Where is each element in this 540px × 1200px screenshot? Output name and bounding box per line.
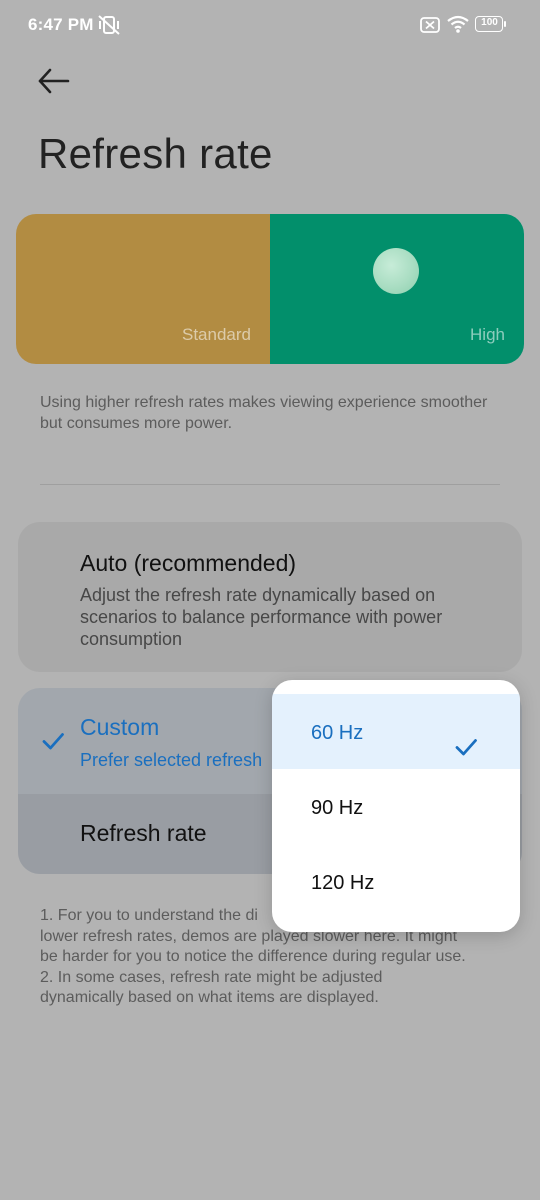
vibrate-off-icon xyxy=(98,15,120,35)
refresh-rate-preview: Standard High xyxy=(16,214,524,364)
status-time: 6:47 PM xyxy=(28,15,94,34)
dropdown-option-label: 120 Hz xyxy=(311,872,375,894)
preview-standard-label: Standard xyxy=(182,325,251,344)
wifi-icon xyxy=(447,15,469,33)
description-text: Using higher refresh rates makes viewing… xyxy=(40,394,488,432)
dropdown-option-90hz[interactable]: 90 Hz xyxy=(272,769,520,844)
preview-high-label: High xyxy=(470,325,505,344)
sim-off-icon xyxy=(420,17,440,33)
auto-option-title: Auto (recommended) xyxy=(80,550,297,576)
dropdown-option-60hz[interactable]: 60 Hz xyxy=(272,694,520,769)
refresh-rate-dropdown: 60 Hz 90 Hz 120 Hz xyxy=(272,680,520,932)
page-title: Refresh rate xyxy=(38,130,273,177)
custom-option-title: Custom xyxy=(80,714,160,740)
auto-option-subtitle: Adjust the refresh rate dynamically base… xyxy=(80,585,443,649)
note-line: dynamically based on what items are disp… xyxy=(40,989,379,1006)
preview-ball xyxy=(373,248,419,294)
preview-high-panel: High xyxy=(270,214,524,364)
back-button[interactable] xyxy=(30,60,78,104)
dropdown-option-120hz[interactable]: 120 Hz xyxy=(272,844,520,919)
note-line: 2. In some cases, refresh rate might be … xyxy=(40,968,383,986)
preview-standard-panel: Standard xyxy=(16,214,270,364)
divider xyxy=(40,484,500,485)
custom-option-subtitle: Prefer selected refresh xyxy=(80,750,263,770)
note-line: be harder for you to notice the differen… xyxy=(40,948,466,965)
auto-option-card[interactable]: Auto (recommended) Adjust the refresh ra… xyxy=(18,522,522,672)
battery-icon: 100 xyxy=(475,16,506,32)
dropdown-option-label: 60 Hz xyxy=(311,722,364,744)
status-bar: 6:47 PM 100 xyxy=(0,0,540,52)
checkmark-icon xyxy=(455,739,477,756)
checkmark-icon xyxy=(42,733,64,750)
battery-level: 100 xyxy=(481,17,498,28)
dropdown-option-label: 90 Hz xyxy=(311,797,364,819)
arrow-left-icon xyxy=(38,68,70,94)
refresh-rate-label: Refresh rate xyxy=(80,820,207,846)
